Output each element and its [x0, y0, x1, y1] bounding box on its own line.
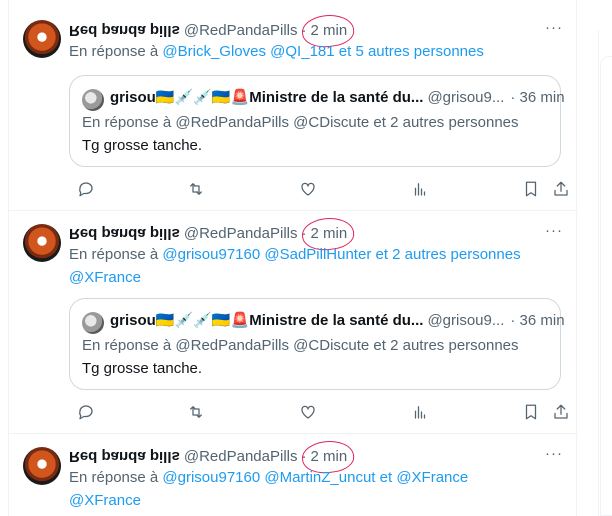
- quoted-text: Tg grosse tanche.: [82, 137, 203, 154]
- reply-mentions[interactable]: @grisou97160 @MartinZ_uncut: [162, 469, 375, 486]
- reply-icon[interactable]: [77, 403, 97, 423]
- like-icon[interactable]: [299, 403, 319, 423]
- reply-context: En réponse à @grisou97160 @MartinZ_uncut…: [69, 466, 549, 512]
- author-name[interactable]: Red panda pills: [69, 448, 180, 465]
- quoted-timestamp: · 36 min: [510, 311, 565, 329]
- quoted-avatar: [82, 312, 104, 334]
- reply-mention-xfrance-2[interactable]: @XFrance: [69, 492, 141, 509]
- tweet-header: Red panda pills @RedPandaPills · 2 min: [69, 214, 357, 253]
- quoted-timestamp: · 36 min: [510, 88, 565, 106]
- reply-prefix: En réponse à: [69, 246, 163, 263]
- reply-mention-xfrance[interactable]: @XFrance: [396, 469, 468, 486]
- timestamp[interactable]: 2 min: [300, 437, 357, 476]
- like-icon[interactable]: [299, 180, 319, 200]
- bookmark-icon[interactable]: [522, 180, 542, 200]
- reply-others[interactable]: et 2 autres personnes: [371, 246, 520, 263]
- views-icon[interactable]: [411, 180, 431, 200]
- tweet[interactable]: Red panda pills @RedPandaPills · 2 min ·…: [9, 0, 578, 211]
- author-handle[interactable]: @RedPandaPills: [184, 448, 298, 465]
- avatar[interactable]: [23, 224, 61, 262]
- quoted-header: grisou🇺🇦💉💉🇺🇦🚨Ministre de la santé du... …: [110, 88, 565, 107]
- quoted-author-name: grisou🇺🇦💉💉🇺🇦🚨Ministre de la santé du...: [110, 89, 424, 106]
- bookmark-icon[interactable]: [522, 403, 542, 423]
- tweet[interactable]: Red panda pills @RedPandaPills · 2 min ·…: [9, 435, 578, 516]
- quoted-author-name: grisou🇺🇦💉💉🇺🇦🚨Ministre de la santé du...: [110, 312, 424, 329]
- reply-mentions[interactable]: @Brick_Gloves @QI_181: [162, 43, 334, 60]
- quoted-author-handle: @grisou9...: [427, 311, 505, 329]
- quoted-tweet[interactable]: grisou🇺🇦💉💉🇺🇦🚨Ministre de la santé du... …: [69, 298, 565, 390]
- author-name[interactable]: Red panda pills: [69, 225, 180, 242]
- views-icon[interactable]: [411, 403, 431, 423]
- avatar[interactable]: [23, 447, 61, 485]
- tweet-header: Red panda pills @RedPandaPills · 2 min: [69, 437, 357, 476]
- quoted-tweet[interactable]: grisou🇺🇦💉💉🇺🇦🚨Ministre de la santé du... …: [69, 75, 565, 167]
- action-bar: [69, 180, 569, 200]
- quoted-header: grisou🇺🇦💉💉🇺🇦🚨Ministre de la santé du... …: [110, 311, 565, 330]
- more-options-icon[interactable]: ···: [545, 223, 563, 244]
- sidebar-edge: [598, 0, 612, 516]
- timeline-feed: Red panda pills @RedPandaPills · 2 min ·…: [8, 0, 578, 516]
- timestamp[interactable]: 2 min: [300, 214, 357, 253]
- reply-mentions[interactable]: @grisou97160 @SadPillHunter: [162, 246, 371, 263]
- tweet-header: Red panda pills @RedPandaPills · 2 min: [69, 11, 357, 50]
- quoted-avatar: [82, 89, 104, 111]
- quoted-reply-context: En réponse à @RedPandaPills @CDiscute et…: [82, 114, 519, 131]
- share-icon[interactable]: [552, 403, 572, 423]
- quoted-author-handle: @grisou9...: [427, 88, 505, 106]
- reply-prefix: En réponse à: [69, 43, 163, 60]
- more-options-icon[interactable]: ···: [545, 446, 563, 467]
- reply-context: En réponse à @grisou97160 @SadPillHunter…: [69, 243, 549, 289]
- author-handle[interactable]: @RedPandaPills: [184, 225, 298, 242]
- reply-mention-xfrance[interactable]: @XFrance: [69, 269, 141, 286]
- author-handle[interactable]: @RedPandaPills: [184, 22, 298, 39]
- action-bar: [69, 403, 569, 423]
- quoted-text: Tg grosse tanche.: [82, 360, 203, 377]
- reply-prefix: En réponse à: [69, 469, 163, 486]
- quoted-reply-context: En réponse à @RedPandaPills @CDiscute et…: [82, 337, 519, 354]
- reply-others[interactable]: et: [375, 469, 396, 486]
- author-name[interactable]: Red panda pills: [69, 22, 180, 39]
- retweet-icon[interactable]: [187, 403, 207, 423]
- retweet-icon[interactable]: [187, 180, 207, 200]
- divider: [598, 30, 599, 516]
- more-options-icon[interactable]: ···: [545, 20, 563, 41]
- tweet[interactable]: Red panda pills @RedPandaPills · 2 min ·…: [9, 212, 578, 434]
- sidebar-card-edge: [600, 56, 612, 516]
- reply-others[interactable]: et 5 autres personnes: [335, 43, 484, 60]
- reply-context: En réponse à @Brick_Gloves @QI_181 et 5 …: [69, 40, 549, 63]
- timestamp[interactable]: 2 min: [300, 11, 357, 50]
- reply-icon[interactable]: [77, 180, 97, 200]
- avatar[interactable]: [23, 20, 61, 58]
- share-icon[interactable]: [552, 180, 572, 200]
